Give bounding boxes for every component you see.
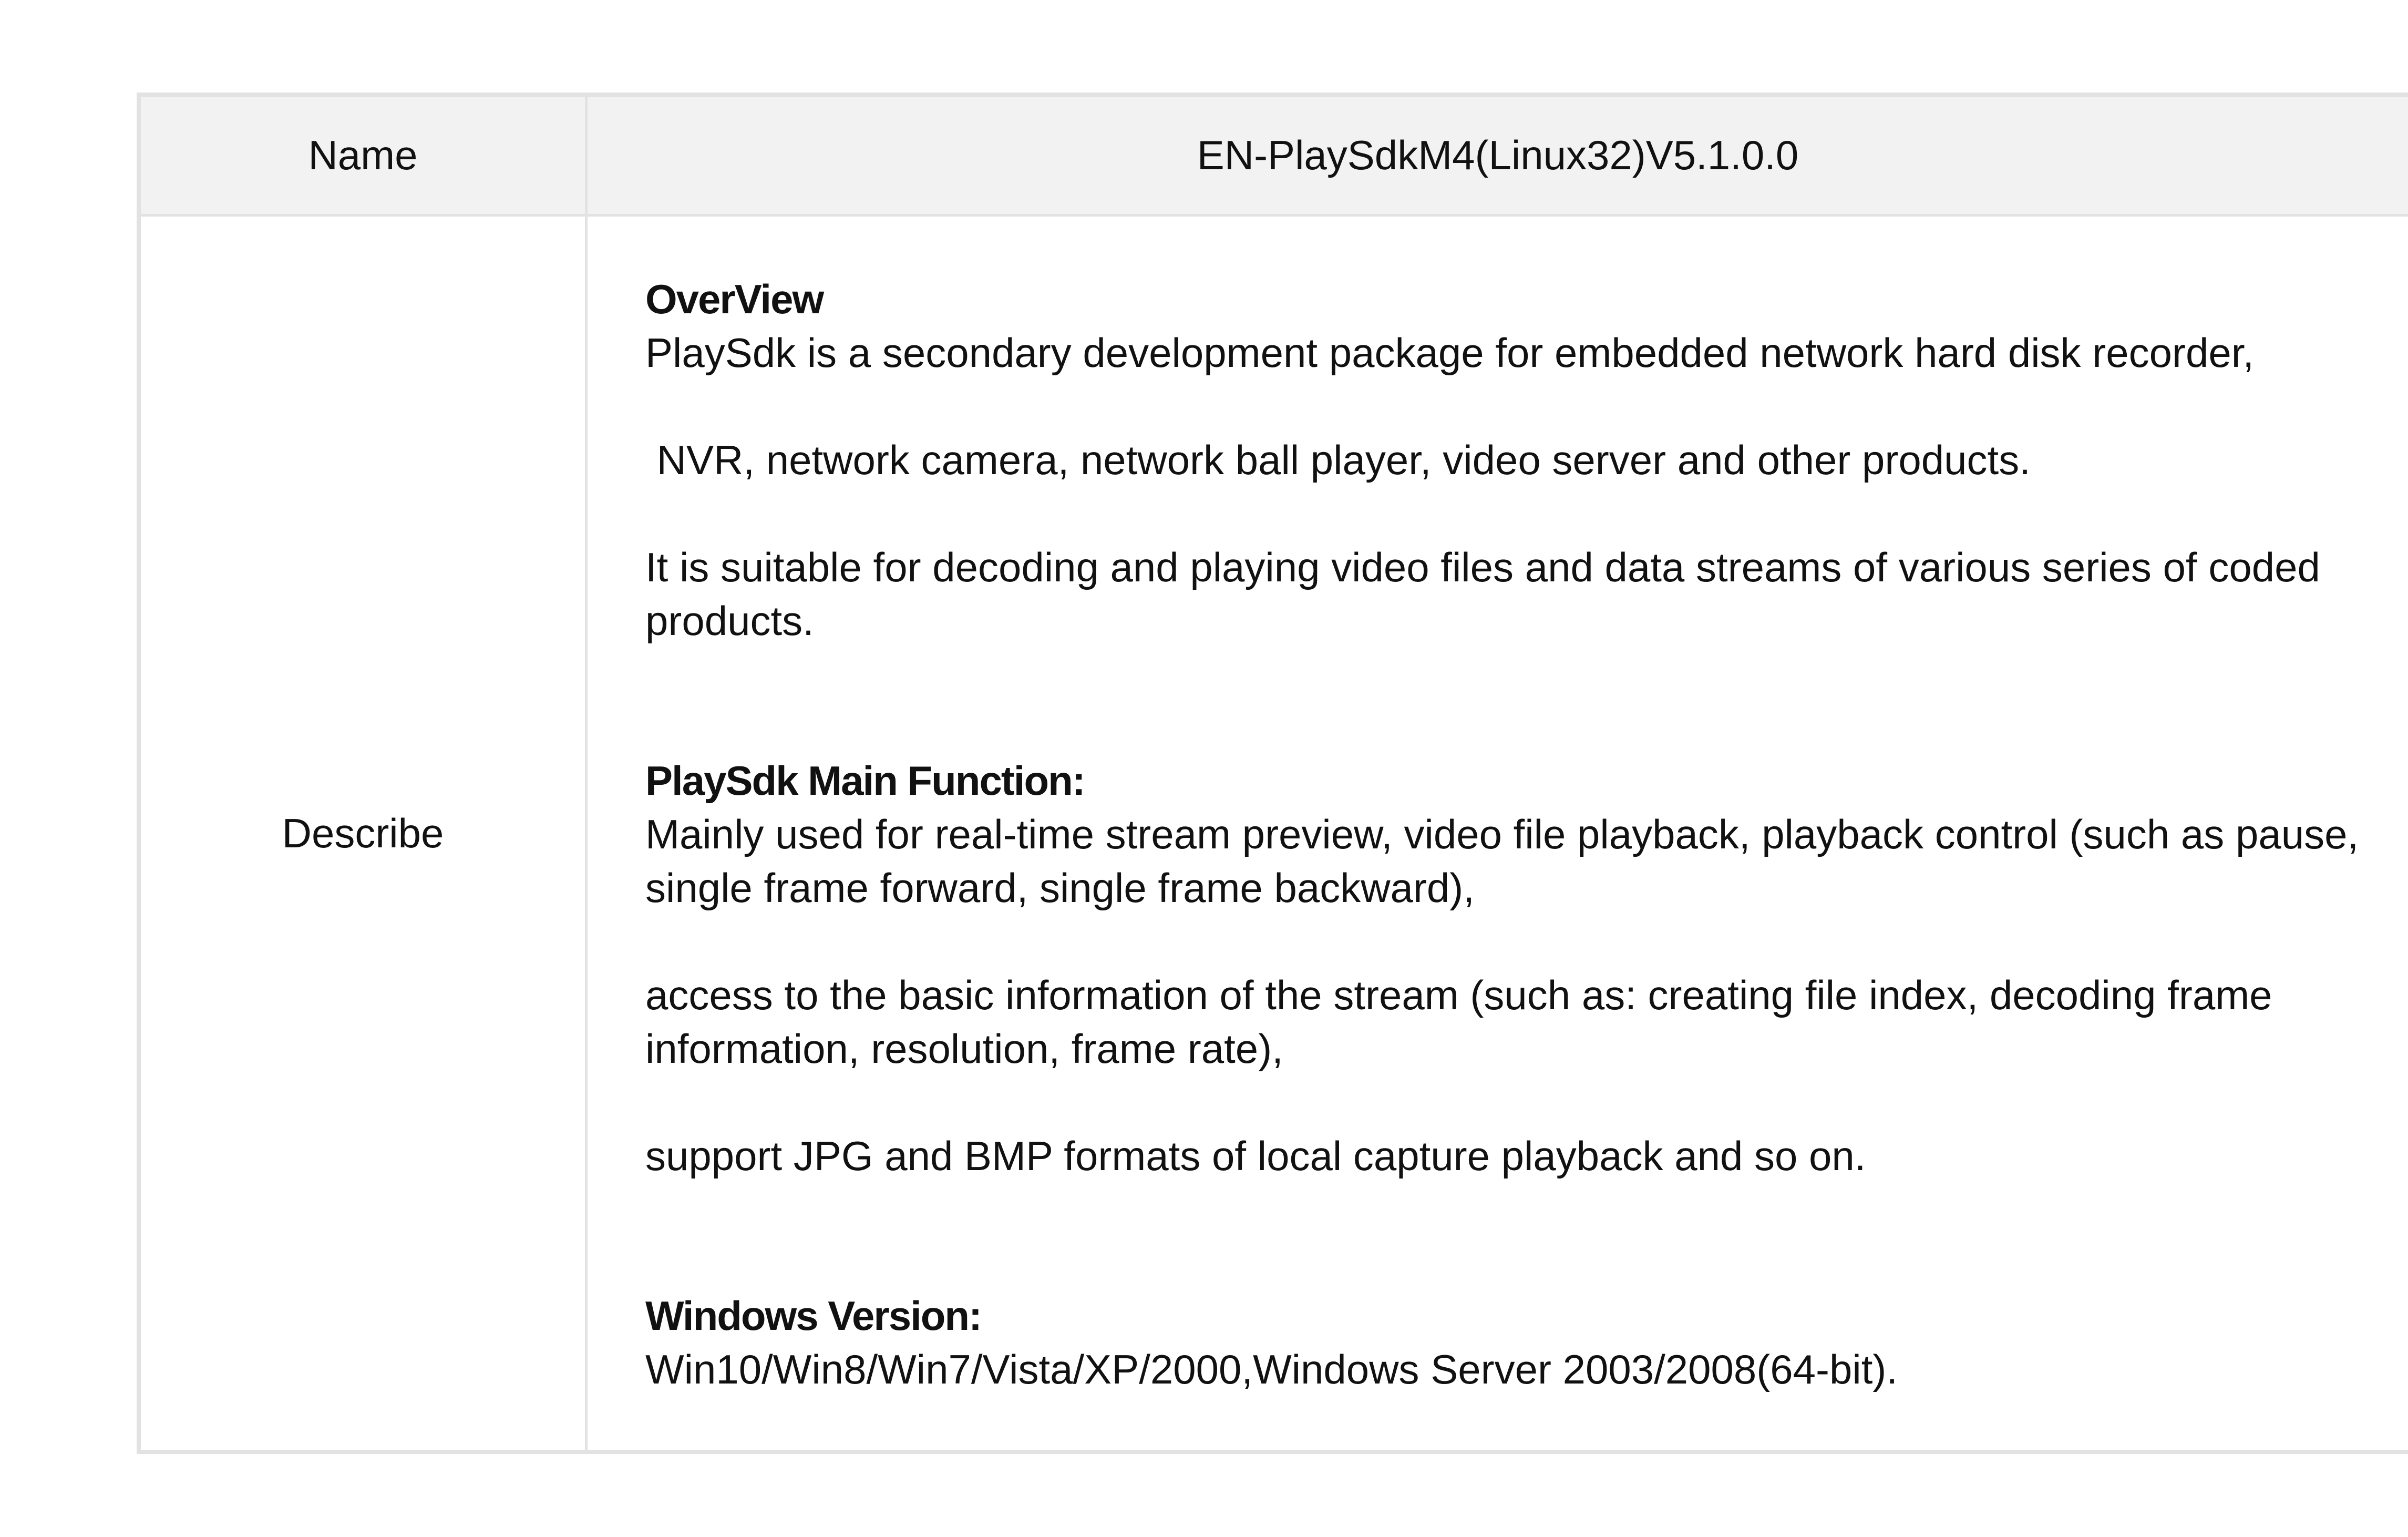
overview-title: OverView [645,276,824,322]
windows-version-paragraph-1: Win10/Win8/Win7/Vista/XP/2000,Windows Se… [645,1346,1898,1392]
name-label: Name [308,132,418,178]
overview-paragraph-3: It is suitable for decoding and playing … [645,544,2320,644]
name-value-cell: EN-PlaySdkM4(Linux32)V5.1.0.0 [588,97,2408,217]
overview-paragraph-1: PlaySdk is a secondary development packa… [645,330,2255,376]
describe-content-cell: OverView PlaySdk is a secondary developm… [588,217,2408,1450]
main-function-title: PlaySdk Main Function: [645,757,1086,804]
windows-version-title: Windows Version: [645,1293,982,1339]
describe-label-cell: Describe [141,217,588,1450]
overview-paragraph-2: NVR, network camera, network ball player… [645,437,2031,483]
info-table: Name EN-PlaySdkM4(Linux32)V5.1.0.0 Descr… [137,93,2408,1454]
main-function-paragraph-1: Mainly used for real-time stream preview… [645,811,2359,911]
describe-label: Describe [282,810,444,856]
name-label-cell: Name [141,97,588,217]
main-function-paragraph-3: support JPG and BMP formats of local cap… [645,1133,1866,1179]
name-value: EN-PlaySdkM4(Linux32)V5.1.0.0 [1197,132,1799,178]
main-function-paragraph-2: access to the basic information of the s… [645,972,2272,1072]
